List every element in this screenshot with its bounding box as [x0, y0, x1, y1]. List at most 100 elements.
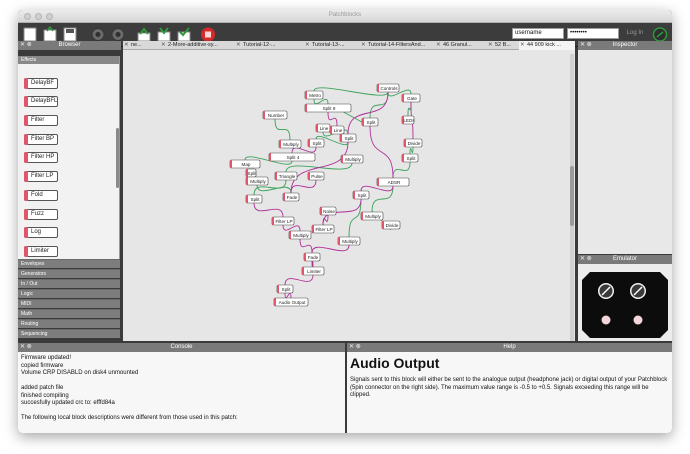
login-button[interactable]: Log In [623, 28, 647, 39]
tab-patch[interactable]: ✕ ne... [123, 41, 151, 50]
patch-canvas[interactable]: Controls Metro Gate Split 8 LEDs Number Split L… [123, 50, 575, 341]
block-label: Multiply [345, 157, 361, 162]
tab-patch[interactable]: ✕ 2-More-additive-sy... [160, 41, 222, 50]
block-number[interactable]: Number [262, 110, 288, 120]
block-split3[interactable]: Split [339, 133, 357, 143]
block-audio-output[interactable]: Audio Output [273, 297, 309, 307]
block-label: Split [367, 120, 377, 125]
block-adsr[interactable]: ADSR [376, 177, 410, 187]
block-metro[interactable]: Metro [304, 90, 324, 100]
block-multiply4[interactable]: Multiply [360, 211, 384, 221]
browser-scrollbar[interactable] [116, 128, 119, 188]
browser-item[interactable]: Filter [24, 115, 58, 126]
block-label: Noise [323, 209, 335, 214]
browser-item[interactable]: Filter LP [24, 171, 58, 182]
button-right-icon[interactable] [633, 315, 643, 325]
browser-item[interactable]: Log [24, 227, 58, 238]
block-limiter[interactable]: Limiter [301, 266, 325, 276]
tab-patch[interactable]: ✕ Tutorial-14-FiltersAnd... [360, 41, 432, 50]
browser-item[interactable]: Filter BP [24, 134, 58, 145]
block-split1[interactable]: Split 8 [304, 103, 352, 113]
block-triangle[interactable]: Triangle [274, 171, 298, 181]
block-line2[interactable]: Line [329, 125, 345, 135]
console-line: copied firmware [21, 362, 64, 369]
block-filterlp2[interactable]: Filter LP [311, 224, 335, 234]
block-label: Split [345, 136, 355, 141]
category-generators[interactable]: Generators [18, 269, 120, 278]
category-math[interactable]: Math [18, 309, 120, 318]
browser-item[interactable]: DelayBF [24, 78, 58, 89]
category-sequencing[interactable]: Sequencing [18, 329, 120, 338]
block-split6[interactable]: Split 4 [268, 152, 316, 162]
block-filterlp1[interactable]: Filter LP [271, 216, 295, 226]
category-routing[interactable]: Routing [18, 319, 120, 328]
block-multiply6[interactable]: Multiply [337, 236, 361, 246]
block-gate[interactable]: Gate [401, 93, 421, 103]
knob-left-icon[interactable] [598, 283, 614, 299]
block-label: Gate [407, 96, 417, 101]
password-field[interactable]: •••••••• [567, 28, 619, 39]
block-divide2[interactable]: Divide [381, 220, 401, 230]
knob-right-icon[interactable] [630, 283, 646, 299]
tab-patch[interactable]: ✕ 52 B... [487, 41, 516, 50]
tab-patch[interactable]: ✕ Tutorial-13-... [304, 41, 356, 50]
inspector-title: Inspector [612, 42, 638, 48]
title-bar: Patchblocks [18, 10, 672, 23]
block-noise[interactable]: Noise [319, 206, 337, 216]
category-midi[interactable]: MIDI [18, 299, 120, 308]
browser-item[interactable]: Fold [24, 190, 58, 201]
block-map[interactable]: Map [229, 159, 261, 169]
panel-close-icon[interactable]: ✕ ⊗ [20, 343, 32, 352]
block-divide1[interactable]: Divide [403, 138, 423, 148]
block-multiply5[interactable]: Multiply [288, 230, 312, 240]
browser-item[interactable]: Fuzz [24, 209, 58, 220]
block-label: Controls [380, 86, 398, 91]
browser-item[interactable]: Limiter [24, 246, 58, 257]
console-output: Firmware updated! copied firmware Volume… [18, 352, 345, 433]
block-multiply1[interactable]: Multiply [278, 139, 302, 149]
block-multiply2[interactable]: Multiply [340, 154, 364, 164]
browser-item[interactable]: Filter HP [24, 152, 58, 163]
category-in-out[interactable]: In / Out [18, 279, 120, 288]
block-multiply3[interactable]: Multiply [245, 176, 269, 186]
category-logic[interactable]: Logic [18, 289, 120, 298]
block-split9[interactable]: Split [245, 194, 263, 204]
block-label: Split [251, 197, 261, 202]
inspector-panel-header: ✕ ⊗ Inspector [578, 41, 672, 50]
button-left-icon[interactable] [601, 315, 611, 325]
block-label: Metro [309, 93, 321, 98]
block-fade2[interactable]: Fade [303, 252, 321, 262]
panel-close-icon[interactable]: ✕ ⊗ [580, 41, 592, 50]
block-label: Line [334, 128, 343, 133]
block-split4[interactable]: Split [307, 138, 325, 148]
block-line1[interactable]: Line [315, 123, 331, 133]
block-leds[interactable]: LEDs [401, 115, 415, 125]
tab-patch[interactable]: ✕ 46 Granul... [435, 41, 484, 50]
panel-close-icon[interactable]: ✕ ⊗ [349, 343, 361, 352]
block-split5[interactable]: Split [401, 153, 419, 163]
block-controls[interactable]: Controls [376, 83, 400, 93]
block-label: Multiply [283, 142, 299, 147]
emulator-title: Emulator [612, 256, 637, 262]
block-split7[interactable]: Split [245, 168, 258, 178]
block-split8[interactable]: Split [352, 190, 370, 200]
tab-patch-active[interactable]: ✕ 44 909 kick ... [519, 41, 575, 50]
tab-patch[interactable]: ✕ Tutorial-12-... [235, 41, 295, 50]
canvas-scrollbar-thumb[interactable] [570, 166, 574, 226]
browser-list: Effects DelayBF DelayBFL Filter Filter B… [18, 56, 120, 264]
block-label: Split 8 [323, 106, 336, 111]
username-field[interactable]: username [512, 28, 564, 39]
help-panel: Audio Output Signals sent to this block … [347, 352, 672, 433]
block-label: Split [282, 287, 292, 292]
block-fade1[interactable]: Fade [282, 192, 300, 202]
browser-item[interactable]: DelayBFL [24, 96, 58, 107]
block-label: Split [248, 171, 258, 176]
panel-close-icon[interactable]: ✕ ⊗ [580, 255, 592, 264]
block-label: Audio Output [279, 300, 307, 305]
category-effects[interactable]: Effects [18, 56, 119, 64]
panel-close-icon[interactable]: ✕ ⊗ [20, 41, 32, 50]
block-split10[interactable]: Split [276, 284, 294, 294]
category-envelopes[interactable]: Envelopes [18, 259, 120, 268]
block-split2[interactable]: Split [361, 117, 379, 127]
block-pulse[interactable]: Pulse [307, 171, 325, 181]
